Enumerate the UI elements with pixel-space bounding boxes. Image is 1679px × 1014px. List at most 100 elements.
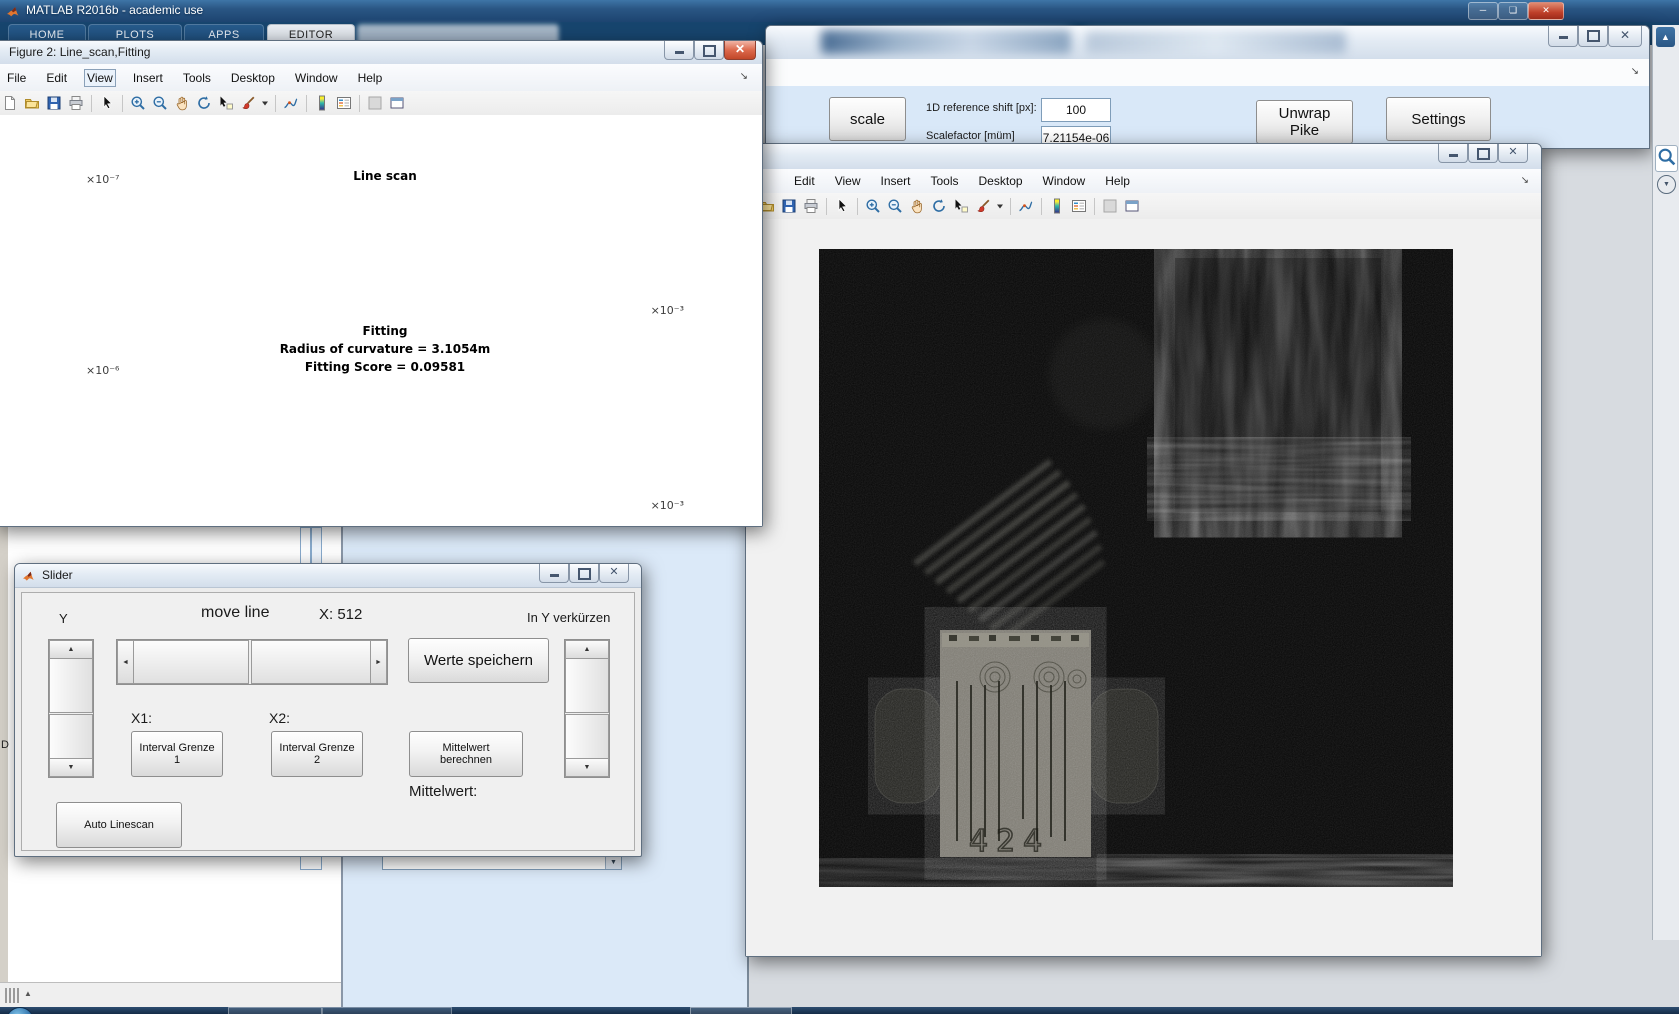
y-slider-right-down-icon[interactable]: ▼ [565, 758, 609, 777]
menu-item-file[interactable]: File [4, 69, 29, 87]
figure2-minimize-button[interactable] [664, 41, 694, 60]
insert-legend-icon[interactable] [335, 94, 353, 112]
scale-button[interactable]: scale [829, 97, 906, 141]
move-line-slider-left-icon[interactable]: ◄ [117, 640, 134, 684]
expand-down-icon[interactable]: ▼ [1657, 175, 1676, 194]
taskbar-item[interactable] [690, 1007, 792, 1014]
control-panel-maximize-button[interactable] [1578, 26, 1608, 47]
dropdown-arrow-icon[interactable] [996, 197, 1004, 215]
menu-item-view[interactable]: View [832, 172, 864, 190]
zoom-out-icon[interactable] [886, 197, 904, 215]
slider-close-button[interactable]: ✕ [599, 564, 629, 583]
interval-grenze-1-button[interactable]: Interval Grenze 1 [131, 731, 223, 777]
taskbar-item[interactable] [228, 1007, 322, 1014]
insert-colorbar-icon[interactable] [313, 94, 331, 112]
figure2-maximize-button[interactable] [694, 41, 724, 60]
phase-image[interactable]: 424 [819, 249, 1453, 887]
zoom-in-icon[interactable] [864, 197, 882, 215]
menu-item-desktop[interactable]: Desktop [976, 172, 1026, 190]
dock-figure-icon[interactable] [388, 94, 406, 112]
ref-shift-field[interactable]: 100 [1041, 98, 1111, 122]
unwrap-pike-button[interactable]: Unwrap Pike [1256, 100, 1353, 144]
plot-tools-icon[interactable] [1101, 197, 1119, 215]
cursor-arrow-icon[interactable] [98, 94, 116, 112]
y-slider-left-thumb[interactable] [49, 658, 93, 713]
move-line-slider-thumb[interactable] [133, 640, 249, 684]
rotate-3d-icon[interactable] [930, 197, 948, 215]
menu-item-edit[interactable]: Edit [43, 69, 70, 87]
combobox-dropdown-icon[interactable]: ▼ [605, 855, 621, 869]
y-slider-left-down-icon[interactable]: ▼ [49, 758, 93, 777]
y-slider-left-up-icon[interactable]: ▲ [49, 640, 93, 659]
menu-item-tools[interactable]: Tools [928, 172, 962, 190]
print-icon[interactable] [802, 197, 820, 215]
data-cursor-icon[interactable] [952, 197, 970, 215]
image-figure-close-button[interactable]: ✕ [1498, 144, 1528, 163]
y-slider-right[interactable]: ▲ ▼ [564, 639, 610, 778]
menu-item-window[interactable]: Window [292, 69, 341, 87]
dropdown-arrow-icon[interactable] [261, 94, 269, 112]
collapse-panel-icon[interactable]: ▲ [1656, 27, 1675, 47]
new-document-icon[interactable] [1, 94, 19, 112]
start-button[interactable] [6, 1007, 34, 1014]
menu-item-help[interactable]: Help [1102, 172, 1133, 190]
zoom-in-icon[interactable] [129, 94, 147, 112]
dock-figure-icon[interactable] [1123, 197, 1141, 215]
data-cursor-icon[interactable] [217, 94, 235, 112]
y-slider-right-thumb2[interactable] [565, 714, 609, 760]
link-plots-icon[interactable] [282, 94, 300, 112]
settings-button[interactable]: Settings [1386, 97, 1491, 141]
taskbar-item[interactable] [322, 1007, 452, 1014]
image-figure-minimize-button[interactable] [1438, 144, 1468, 163]
y-slider-left-thumb2[interactable] [49, 714, 93, 760]
zoom-out-icon[interactable] [151, 94, 169, 112]
paint-brush-icon[interactable] [974, 197, 992, 215]
insert-legend-icon[interactable] [1070, 197, 1088, 215]
y-slider-right-thumb[interactable] [565, 658, 609, 713]
menu-item-insert[interactable]: Insert [130, 69, 166, 87]
main-close-button[interactable]: ✕ [1528, 2, 1564, 20]
statusbar-grip[interactable] [5, 988, 20, 1003]
figure2-close-button[interactable]: ✕ [724, 41, 756, 60]
move-line-slider[interactable]: ◄ ► [116, 639, 388, 685]
slider-maximize-button[interactable] [569, 564, 599, 583]
save-icon[interactable] [45, 94, 63, 112]
slider-minimize-button[interactable] [539, 564, 569, 583]
menu-item-window[interactable]: Window [1040, 172, 1089, 190]
pan-hand-icon[interactable] [908, 197, 926, 215]
menu-item-insert[interactable]: Insert [877, 172, 913, 190]
figure2-menu-overflow-icon[interactable]: ↘ [740, 71, 748, 82]
paint-brush-icon[interactable] [239, 94, 257, 112]
rotate-3d-icon[interactable] [195, 94, 213, 112]
image-figure-maximize-button[interactable] [1468, 144, 1498, 163]
cursor-arrow-icon[interactable] [833, 197, 851, 215]
menu-overflow-icon[interactable]: ↘ [1631, 66, 1639, 77]
move-line-slider-right-icon[interactable]: ► [370, 640, 387, 684]
menu-item-edit[interactable]: Edit [791, 172, 818, 190]
menu-item-help[interactable]: Help [355, 69, 386, 87]
control-panel-minimize-button[interactable] [1548, 26, 1578, 47]
y-slider-left[interactable]: ▲ ▼ [48, 639, 94, 778]
insert-colorbar-icon[interactable] [1048, 197, 1066, 215]
move-line-slider-thumb2[interactable] [251, 640, 372, 684]
link-plots-icon[interactable] [1017, 197, 1035, 215]
menu-item-desktop[interactable]: Desktop [228, 69, 278, 87]
print-icon[interactable] [67, 94, 85, 112]
interval-grenze-2-button[interactable]: Interval Grenze 2 [271, 731, 363, 777]
main-minimize-button[interactable]: ─ [1468, 2, 1498, 20]
save-icon[interactable] [780, 197, 798, 215]
auto-linescan-button[interactable]: Auto Linescan [56, 802, 182, 848]
search-icon[interactable] [1655, 145, 1678, 172]
save-values-button[interactable]: Werte speichern [408, 638, 549, 683]
pan-hand-icon[interactable] [173, 94, 191, 112]
plot-tools-icon[interactable] [366, 94, 384, 112]
image-menu-overflow-icon[interactable]: ↘ [1521, 175, 1529, 186]
statusbar-grip-arrow[interactable]: ▲ [24, 989, 32, 998]
main-maximize-button[interactable]: ❏ [1498, 2, 1528, 20]
open-folder-icon[interactable] [23, 94, 41, 112]
mittelwert-berechnen-button[interactable]: Mittelwert berechnen [409, 731, 523, 777]
control-panel-close-button[interactable]: ✕ [1608, 26, 1642, 47]
menu-item-tools[interactable]: Tools [180, 69, 214, 87]
y-slider-right-up-icon[interactable]: ▲ [565, 640, 609, 659]
menu-item-view[interactable]: View [84, 68, 116, 87]
